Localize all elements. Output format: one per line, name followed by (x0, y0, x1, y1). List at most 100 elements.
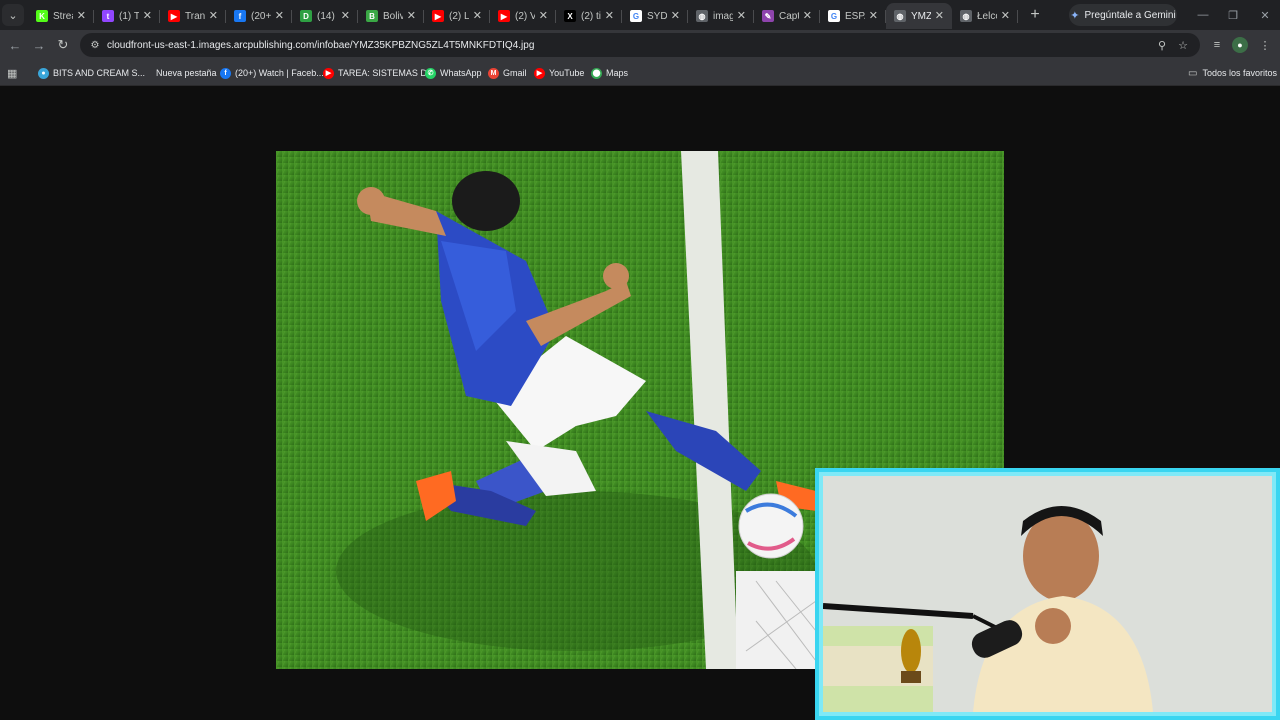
tab-title: Trans (185, 10, 205, 22)
google-icon: G (828, 10, 840, 22)
youtube-icon: ▶ (534, 67, 545, 79)
restore-icon[interactable]: ❐ (1218, 0, 1248, 30)
back-arrow-icon[interactable]: ← (3, 30, 27, 60)
bookmark-item[interactable]: f (20+) Watch | Faceb... (220, 65, 324, 81)
site-info-icon[interactable]: ⚙ (87, 37, 103, 53)
tab-7[interactable]: ▶ (2) La ✕ (424, 3, 490, 29)
tab-separator (1017, 10, 1018, 23)
tab-9[interactable]: X (2) ti ✕ (556, 3, 622, 29)
apps-grid-icon[interactable]: ▦ (7, 65, 17, 81)
tab-title: Strea (53, 10, 73, 22)
tab-close-icon[interactable]: ✕ (539, 9, 548, 22)
tab-close-icon[interactable]: ✕ (869, 9, 878, 22)
bookmark-item[interactable]: M Gmail (488, 65, 527, 81)
bookmarks-bar: ▦ ● BITS AND CREAM S... Nueva pestaña f (20+… (0, 60, 1280, 86)
all-bookmarks-button[interactable]: ▭ Todos los favoritos (1188, 65, 1277, 81)
tab-close-icon[interactable]: ✕ (605, 9, 614, 22)
tab-3[interactable]: ▶ Trans ✕ (160, 3, 226, 29)
tab-12[interactable]: ✎ Capt ✕ (754, 3, 820, 29)
tab-close-icon[interactable]: ✕ (209, 9, 218, 22)
facebook-icon: f (220, 67, 231, 79)
tab-title: (14) / (317, 10, 337, 22)
bookmark-label: Nueva pestaña (156, 68, 217, 78)
tab-title: (2) V (515, 10, 535, 22)
ask-gemini-label: Pregúntale a Gemini (1084, 9, 1176, 21)
minimize-icon[interactable]: — (1188, 0, 1218, 30)
tab-close-icon[interactable]: ✕ (77, 9, 86, 22)
gmail-icon: M (488, 67, 499, 79)
tab-5[interactable]: D (14) / ✕ (292, 3, 358, 29)
tab-2[interactable]: t (1) Tv ✕ (94, 3, 160, 29)
bookmark-item[interactable]: ▶ TAREA: SISTEMAS D... (323, 65, 434, 81)
tab-14[interactable]: ◍ YMZ ✕ (886, 3, 952, 29)
whatsapp-icon: ✆ (425, 67, 436, 79)
bookmark-item[interactable]: ⬤ Maps (591, 65, 628, 81)
tab-13[interactable]: G ESPA ✕ (820, 3, 886, 29)
x-icon: X (564, 10, 576, 22)
reload-icon[interactable]: ↻ (51, 30, 75, 60)
bookmark-item[interactable]: ✆ WhatsApp (425, 65, 482, 81)
bookmark-item[interactable]: Nueva pestaña (156, 65, 217, 81)
tab-close-icon[interactable]: ✕ (935, 9, 944, 22)
tab-1[interactable]: K Strea ✕ (28, 3, 94, 29)
bookmark-star-icon[interactable]: ☆ (1175, 37, 1191, 53)
profile-avatar[interactable]: ● (1232, 37, 1248, 53)
tab-title: (1) Tv (119, 10, 139, 22)
tab-title: Łelco (977, 10, 997, 22)
menu-kebab-icon[interactable]: ⋮ (1257, 37, 1273, 53)
tab-8[interactable]: ▶ (2) V ✕ (490, 3, 556, 29)
tab-title: (2) La (449, 10, 469, 22)
tab-10[interactable]: G SYDI ✕ (622, 3, 688, 29)
close-window-icon[interactable]: ✕ (1250, 0, 1280, 30)
tab-search-chevron-icon[interactable]: ⌄ (2, 4, 24, 26)
bookmark-label: Gmail (503, 68, 527, 78)
gemini-sparkle-icon: ✦ (1070, 9, 1080, 22)
tab-title: YMZ (911, 10, 931, 22)
tab-close-icon[interactable]: ✕ (275, 9, 284, 22)
tab-close-icon[interactable]: ✕ (1001, 9, 1010, 22)
tab-6[interactable]: B Boliv ✕ (358, 3, 424, 29)
tab-close-icon[interactable]: ✕ (143, 9, 152, 22)
tab-title: SYDI (647, 10, 667, 22)
tab-title: Capt (779, 10, 799, 22)
zoom-search-icon[interactable]: ⚲ (1154, 37, 1170, 53)
forward-arrow-icon[interactable]: → (27, 30, 51, 60)
bookmark-label: Maps (606, 68, 629, 78)
bookmark-item[interactable]: ▶ YouTube (534, 65, 584, 81)
tab-close-icon[interactable]: ✕ (737, 9, 746, 22)
bookmark-label: BITS AND CREAM S... (53, 68, 146, 78)
tab-4[interactable]: f (20+) ✕ (226, 3, 292, 29)
address-bar[interactable]: ⚙ cloudfront-us-east-1.images.arcpublish… (80, 33, 1200, 57)
tab-close-icon[interactable]: ✕ (671, 9, 680, 22)
tab-close-icon[interactable]: ✕ (341, 9, 350, 22)
tab-11[interactable]: ◍ imag ✕ (688, 3, 754, 29)
tab-title: (2) ti (581, 10, 601, 22)
bookmark-label: YouTube (549, 68, 585, 78)
tab-close-icon[interactable]: ✕ (473, 9, 482, 22)
bookmark-label: WhatsApp (440, 68, 482, 78)
bookmark-label: (20+) Watch | Faceb... (235, 68, 324, 78)
tab-15[interactable]: ◍ Łelco ✕ (952, 3, 1018, 29)
twitch-icon: t (102, 10, 114, 22)
tab-list: K Strea ✕ t (1) Tv ✕ ▶ Trans ✕ f (20+) ✕ D (14) / ✕ B Bo… (28, 0, 1018, 30)
page-content (0, 86, 1280, 720)
webcam-illustration (823, 476, 1272, 712)
tab-title: imag (713, 10, 733, 22)
tab-strip: ⌄ KStrea✕t(1) Tv✕▶Trans✕f(20+)✕D(14) /✕B… (0, 0, 1280, 30)
bookmark-item[interactable]: ● BITS AND CREAM S... (38, 65, 145, 81)
folder-icon: ▭ (1188, 67, 1198, 79)
url-text[interactable]: cloudfront-us-east-1.images.arcpublishin… (107, 40, 534, 51)
youtube-icon: ▶ (168, 10, 180, 22)
youtube-icon: ▶ (323, 67, 334, 79)
maps-icon: ⬤ (591, 67, 602, 79)
tab-close-icon[interactable]: ✕ (803, 9, 812, 22)
webcam-overlay (815, 468, 1280, 720)
new-tab-plus-icon[interactable]: + (1024, 4, 1046, 26)
tab-close-icon[interactable]: ✕ (407, 9, 416, 22)
google-icon: G (630, 10, 642, 22)
ask-gemini-button[interactable]: ✦ Pregúntale a Gemini (1069, 4, 1177, 26)
reading-list-icon[interactable]: ≡ (1209, 37, 1225, 53)
globe-icon: ◍ (960, 10, 972, 22)
youtube-icon: ▶ (498, 10, 510, 22)
all-bookmarks-label: Todos los favoritos (1202, 68, 1277, 78)
